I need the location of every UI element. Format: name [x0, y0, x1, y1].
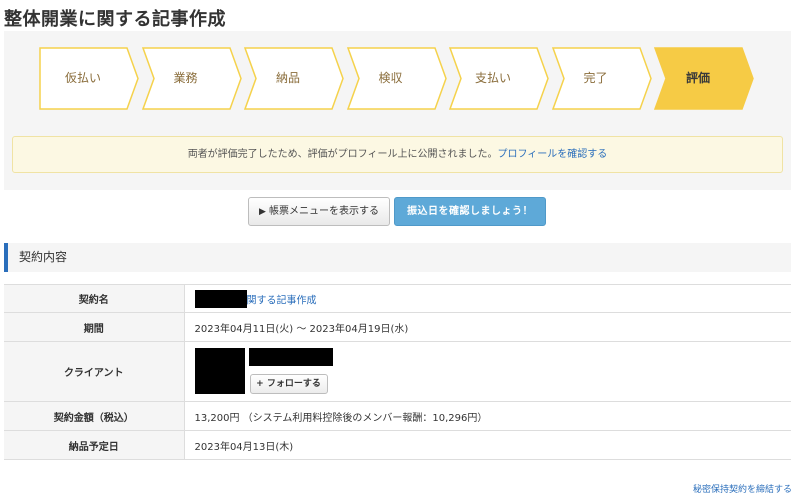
progress-step: 評価 [654, 47, 754, 110]
evaluation-notice: 両者が評価完了したため、評価がプロフィール上に公開されました。プロフィールを確認… [12, 136, 783, 173]
progress-step: 業務 [141, 47, 242, 110]
nda-link[interactable]: 秘密保持契約を締結する [693, 482, 792, 495]
progress-step-label: 完了 [583, 71, 608, 85]
table-row: 期間 2023年04月11日(火) 〜 2023年04月19日(水) [4, 312, 791, 342]
contract-name-cell: 関する記事作成 [184, 284, 791, 313]
delivery-date-label: 納品予定日 [4, 430, 185, 460]
progress-step: 仮払い [39, 47, 139, 110]
period-value: 2023年04月11日(火) 〜 2023年04月19日(水) [184, 312, 791, 342]
progress-step-label: 納品 [275, 71, 300, 85]
period-label: 期間 [4, 312, 185, 342]
progress-step: 完了 [551, 47, 652, 110]
client-label: クライアント [4, 341, 185, 402]
progress-step-label: 支払い [474, 71, 511, 85]
progress-steps: 仮払い 業務 納品 検収 支払い 完了 評価 [39, 47, 759, 110]
table-row: 納品予定日 2023年04月13日(木) [4, 430, 791, 460]
progress-panel: 仮払い 業務 納品 検収 支払い 完了 評価 両者が評価完了したため、評価がプロフィール上に… [4, 31, 791, 190]
redacted-client-name[interactable] [248, 347, 333, 366]
progress-step: 検収 [346, 47, 447, 110]
delivery-date-value: 2023年04月13日(木) [184, 430, 791, 460]
follow-button[interactable]: + フォローする [249, 373, 328, 394]
contract-table: 契約名 関する記事作成 期間 2023年04月11日(火) 〜 2023年04月… [4, 284, 791, 460]
progress-step-label: 仮払い [64, 71, 101, 85]
confirm-transfer-date-button[interactable]: 振込日を確認しましょう！ [394, 197, 546, 226]
contract-name-label: 契約名 [4, 284, 185, 313]
progress-step: 納品 [244, 47, 344, 110]
document-menu-label: 帳票メニューを表示する [268, 206, 379, 217]
section-title: 契約内容 [19, 250, 68, 264]
document-menu-button[interactable]: ▶ 帳票メニューを表示する [248, 197, 390, 226]
notice-text: 両者が評価完了したため、評価がプロフィール上に公開されました。 [187, 149, 498, 160]
client-cell: + フォローする [184, 341, 791, 402]
play-icon: ▶ [259, 207, 266, 217]
avatar[interactable] [194, 347, 245, 394]
progress-step: 支払い [449, 47, 549, 110]
table-row: 契約金額（税込） 13,200円 （システム利用料控除後のメンバー報酬：10,2… [4, 401, 791, 431]
redacted-block [194, 289, 247, 308]
amount-value: 13,200円 （システム利用料控除後のメンバー報酬：10,296円） [184, 401, 791, 431]
progress-step-label: 業務 [173, 71, 198, 85]
table-row: 契約名 関する記事作成 [4, 284, 791, 313]
page-title: 整体開業に関する記事作成 [4, 9, 226, 30]
progress-step-label: 評価 [685, 71, 710, 85]
progress-step-label: 検収 [378, 71, 403, 85]
table-row: クライアント + フォローする [4, 341, 791, 402]
amount-label: 契約金額（税込） [4, 401, 185, 431]
contract-title-link[interactable]: 関する記事作成 [247, 295, 317, 306]
contract-section-header: 契約内容 [4, 243, 791, 272]
profile-link[interactable]: プロフィールを確認する [498, 149, 608, 160]
